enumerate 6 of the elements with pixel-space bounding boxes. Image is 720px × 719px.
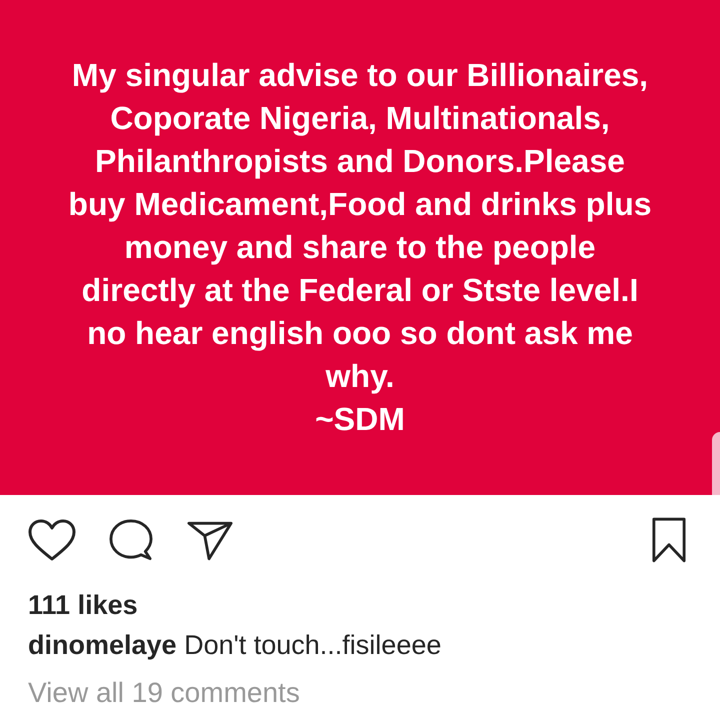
- speech-bubble-icon: [109, 519, 153, 561]
- quote-text: My singular advise to our Billionaires, Coporate Nigeria, Multinationals, Philanthropists and Donors.Please buy Medicament,Food and drinks plus money and share to the people directly at the Federal or Stste level.I no hear english ooo so dont ask me why. ~SDM: [67, 56, 653, 439]
- likes-count[interactable]: 111 likes: [28, 589, 138, 621]
- edge-tab-shape: [712, 432, 720, 495]
- paper-plane-icon: [187, 520, 233, 560]
- caption-text: dinomelaye Don't touch...fisileeee: [28, 629, 442, 661]
